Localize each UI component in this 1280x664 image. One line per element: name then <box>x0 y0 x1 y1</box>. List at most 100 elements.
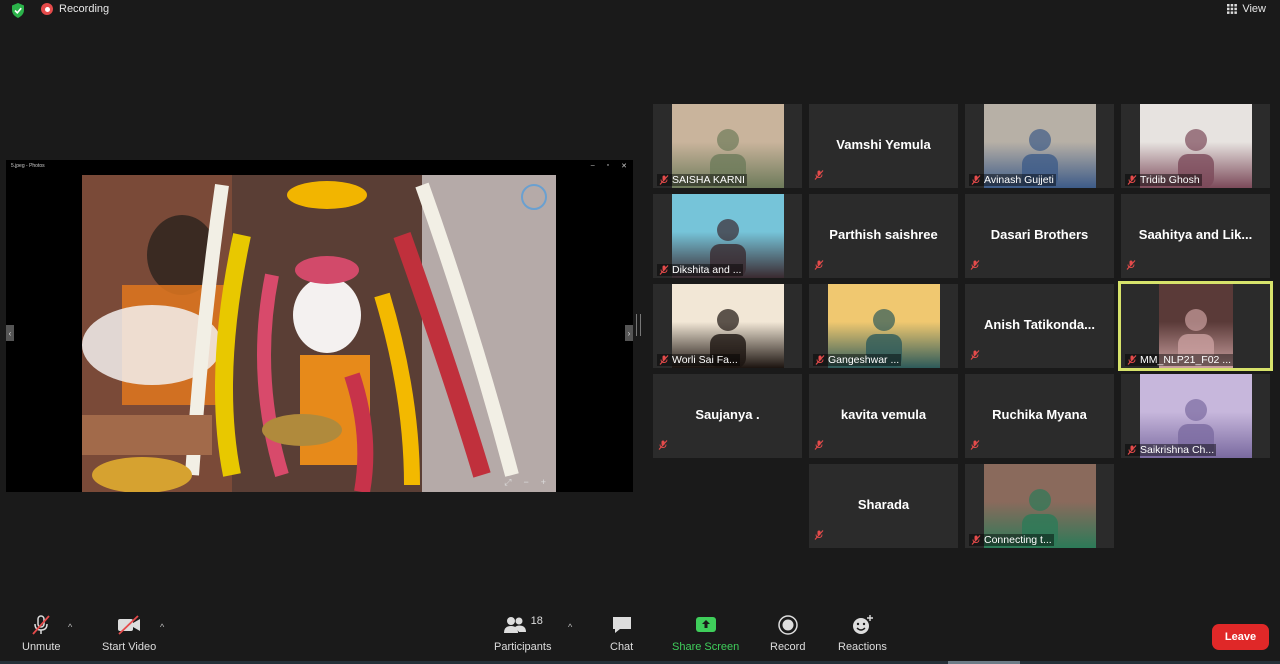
participant-name: Saikrishna Ch... <box>1140 444 1215 456</box>
participant-name: MM_NLP21_F02 ... <box>1140 354 1232 366</box>
participant-tile[interactable]: Vamshi Yemula <box>809 104 958 188</box>
muted-mic-icon <box>814 260 824 270</box>
participant-label: Saikrishna Ch... <box>1125 444 1217 456</box>
muted-mic-icon <box>971 175 981 185</box>
participant-name: Connecting t... <box>984 534 1052 546</box>
participant-name: Worli Sai Fa... <box>672 354 738 366</box>
participant-tile[interactable]: Saujanya . <box>653 374 802 458</box>
participant-tile[interactable]: Dikshita and ... <box>653 194 802 278</box>
participant-tile[interactable]: Avinash Gujjeti <box>965 104 1114 188</box>
participant-label: Worli Sai Fa... <box>657 354 740 366</box>
unmute-button[interactable]: Unmute <box>22 614 61 653</box>
muted-mic-icon <box>814 170 824 180</box>
muted-mic-icon <box>971 535 981 545</box>
participant-tile[interactable]: Gangeshwar ... <box>809 284 958 368</box>
view-label: View <box>1242 3 1266 15</box>
participant-mute-status <box>970 437 980 455</box>
recording-indicator[interactable]: Recording <box>41 3 109 15</box>
participant-tile[interactable]: Connecting t... <box>965 464 1114 548</box>
leave-button[interactable]: Leave <box>1212 624 1269 650</box>
shared-screen[interactable]: 5.jpeg - Photos – ▫ ✕ ‹ ⤢ − + › <box>6 160 633 492</box>
participant-mute-status <box>970 347 980 365</box>
muted-mic-icon <box>970 350 980 360</box>
reactions-icon <box>853 615 874 634</box>
muted-mic-icon <box>970 440 980 450</box>
participant-name: Saujanya . <box>695 407 760 422</box>
muted-mic-icon <box>658 440 668 450</box>
record-icon <box>777 615 798 635</box>
muted-mic-icon <box>1126 260 1136 270</box>
start-video-button[interactable]: Start Video <box>102 614 156 653</box>
recording-label: Recording <box>59 3 110 15</box>
maximize-icon: ▫ <box>606 162 610 169</box>
participant-tile[interactable]: Parthish saishree <box>809 194 958 278</box>
fit-icon: ⤢ <box>504 477 512 487</box>
participant-name: Parthish saishree <box>829 227 938 242</box>
participant-mute-status <box>814 527 824 545</box>
participant-label: Dikshita and ... <box>657 264 744 276</box>
muted-mic-icon <box>659 265 669 275</box>
participant-label: Tridib Ghosh <box>1125 174 1202 186</box>
participant-mute-status <box>1126 257 1136 275</box>
muted-mic-icon <box>659 355 669 365</box>
shield-icon[interactable] <box>11 3 25 18</box>
muted-mic-icon <box>970 260 980 270</box>
chat-button[interactable]: Chat <box>610 614 633 653</box>
record-dot-icon <box>41 3 53 15</box>
shared-window-controls: – ▫ ✕ <box>591 162 627 170</box>
zoom-out-icon: − <box>523 477 529 487</box>
reactions-label: Reactions <box>838 641 887 653</box>
grid-icon <box>1227 4 1238 14</box>
next-photo-icon: › <box>625 325 633 341</box>
close-icon: ✕ <box>621 163 627 170</box>
participant-tile[interactable]: MM_NLP21_F02 ... <box>1118 281 1273 371</box>
muted-mic-icon <box>815 355 825 365</box>
chat-label: Chat <box>610 641 634 653</box>
participants-icon <box>503 617 526 633</box>
video-off-icon <box>118 615 141 635</box>
mic-off-icon <box>32 615 50 635</box>
participant-tile[interactable]: Sharada <box>809 464 958 548</box>
shared-window-title: 5.jpeg - Photos <box>11 163 45 169</box>
participants-label: Participants <box>494 641 552 653</box>
record-button[interactable]: Record <box>770 614 805 653</box>
participant-tile[interactable]: Anish Tatikonda... <box>965 284 1114 368</box>
participant-name: SAISHA KARNI <box>672 174 745 186</box>
record-label: Record <box>770 641 806 653</box>
participant-tile[interactable]: Saikrishna Ch... <box>1121 374 1270 458</box>
shrine-image <box>82 175 556 492</box>
chat-icon <box>612 617 631 633</box>
participant-tile[interactable]: Dasari Brothers <box>965 194 1114 278</box>
participant-tile[interactable]: Ruchika Myana <box>965 374 1114 458</box>
participant-label: Connecting t... <box>969 534 1054 546</box>
previous-photo-icon: ‹ <box>6 325 14 341</box>
participant-tile[interactable]: Worli Sai Fa... <box>653 284 802 368</box>
muted-mic-icon <box>1127 175 1137 185</box>
participant-tile[interactable]: kavita vemula <box>809 374 958 458</box>
video-options-caret[interactable]: ^ <box>160 622 164 632</box>
participant-tile[interactable]: Saahitya and Lik... <box>1121 194 1270 278</box>
shared-photo: ⤢ − + <box>82 175 556 492</box>
participant-name: kavita vemula <box>840 407 927 422</box>
participant-tile[interactable]: Tridib Ghosh <box>1121 104 1270 188</box>
participant-name: Sharada <box>857 497 910 512</box>
participant-mute-status <box>814 437 824 455</box>
participants-button[interactable]: 18 Participants <box>494 614 551 653</box>
audio-options-caret[interactable]: ^ <box>68 622 72 632</box>
participants-options-caret[interactable]: ^ <box>568 622 572 632</box>
share-screen-label: Share Screen <box>672 641 740 653</box>
participant-tile[interactable]: SAISHA KARNI <box>653 104 802 188</box>
participant-name: Tridib Ghosh <box>1140 174 1200 186</box>
view-button[interactable]: View <box>1227 3 1266 15</box>
participant-name: Dasari Brothers <box>990 227 1089 242</box>
share-screen-button[interactable]: Share Screen <box>672 614 739 653</box>
participant-name: Saahitya and Lik... <box>1138 227 1253 242</box>
participant-name: Avinash Gujjeti <box>984 174 1054 186</box>
participant-name: Gangeshwar ... <box>828 354 900 366</box>
participant-label: SAISHA KARNI <box>657 174 747 186</box>
participant-mute-status <box>814 257 824 275</box>
participant-mute-status <box>970 257 980 275</box>
reactions-button[interactable]: Reactions <box>838 614 887 653</box>
share-screen-icon <box>695 617 716 632</box>
split-divider-handle[interactable] <box>636 314 641 336</box>
